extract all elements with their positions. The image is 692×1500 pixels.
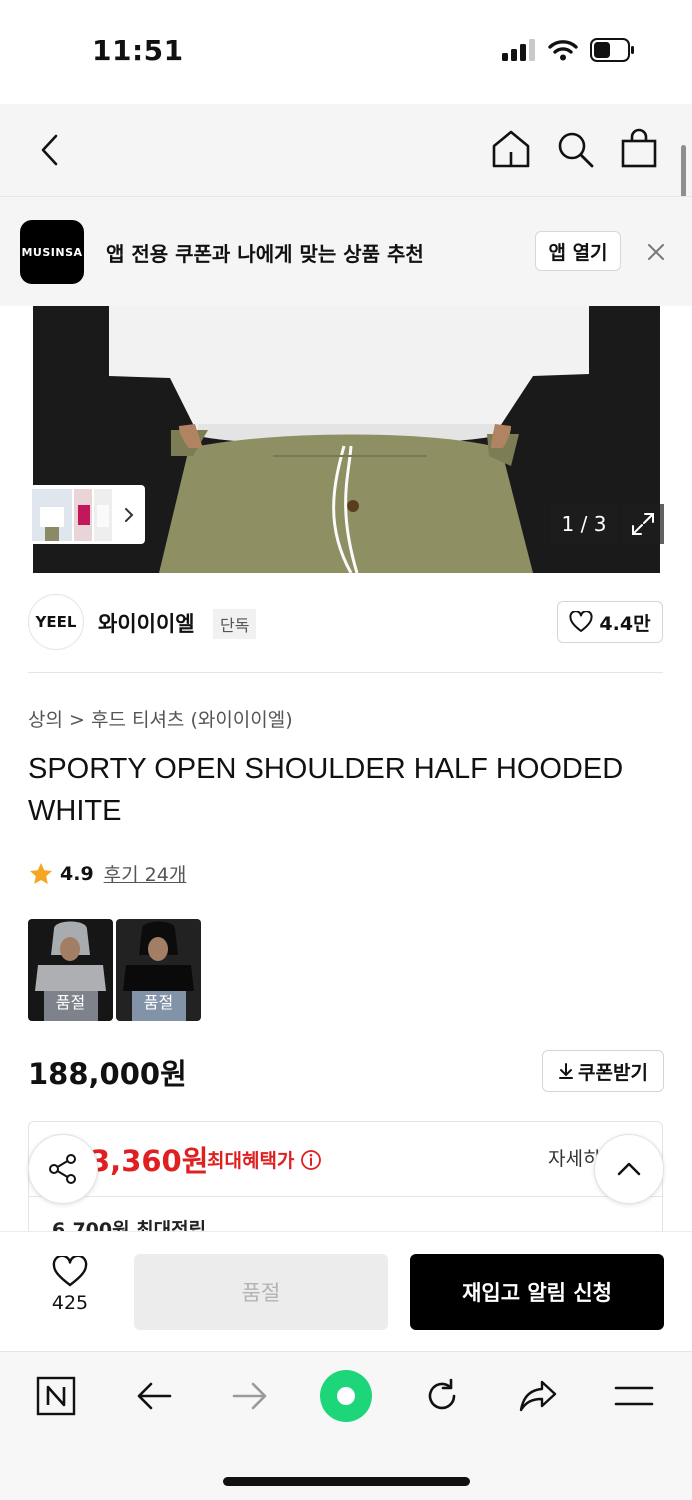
green-dot-icon xyxy=(337,1387,355,1405)
shopping-bag-icon xyxy=(621,128,657,168)
banner-message: 앱 전용 쿠폰과 나에게 맞는 상품 추천 xyxy=(106,242,424,266)
scroll-to-top-button[interactable] xyxy=(594,1134,664,1204)
info-icon xyxy=(301,1149,322,1170)
divider xyxy=(28,672,663,673)
browser-forward-button[interactable] xyxy=(226,1372,274,1420)
restock-alert-button[interactable]: 재입고 알림 신청 xyxy=(410,1254,664,1330)
chevron-up-icon xyxy=(617,1162,641,1176)
refresh-button[interactable] xyxy=(418,1372,466,1420)
browser-share-button[interactable] xyxy=(514,1372,562,1420)
gallery-page-indicator: 1 / 3 xyxy=(551,504,617,544)
variant-option-1[interactable]: 품절 xyxy=(28,919,113,1021)
share-arrow-icon xyxy=(519,1380,557,1412)
open-app-button[interactable]: 앱 열기 xyxy=(535,231,621,271)
max-benefit-price: 3,360원 xyxy=(90,1144,209,1178)
wishlist-count: 425 xyxy=(51,1292,89,1314)
back-button[interactable] xyxy=(34,128,68,172)
divider xyxy=(29,1196,662,1197)
download-icon xyxy=(559,1063,574,1079)
exclusive-badge: 단독 xyxy=(213,609,257,639)
coupon-label: 쿠폰받기 xyxy=(578,1061,648,1084)
cellular-signal-icon xyxy=(502,39,535,61)
home-icon xyxy=(492,130,530,168)
home-indicator[interactable] xyxy=(223,1477,470,1486)
brand-like-button[interactable]: 4.4만 xyxy=(557,601,663,643)
fullscreen-button[interactable] xyxy=(622,504,664,544)
status-time: 11:51 xyxy=(92,34,184,67)
star-icon xyxy=(30,862,52,884)
search-icon xyxy=(558,132,594,168)
search-button[interactable] xyxy=(556,130,596,174)
hamburger-menu-icon xyxy=(614,1386,654,1406)
naver-n-icon xyxy=(36,1376,76,1416)
close-icon xyxy=(648,244,664,260)
product-price: 188,000원 xyxy=(28,1057,187,1091)
variant-soldout-label: 품절 xyxy=(143,993,174,1012)
breadcrumb[interactable]: 상의 > 후드 티셔츠 (와이이이엘) xyxy=(28,705,293,732)
brand-name[interactable]: 와이이이엘 xyxy=(98,608,195,638)
heart-icon xyxy=(52,1256,88,1287)
expand-icon xyxy=(632,513,654,535)
brand-logo[interactable]: YEEL xyxy=(28,594,84,650)
coupon-download-button[interactable]: 쿠폰받기 xyxy=(542,1050,664,1092)
refresh-icon xyxy=(428,1378,456,1410)
cart-button[interactable] xyxy=(620,128,658,172)
status-icons xyxy=(502,38,636,62)
gallery-thumbnail-strip[interactable] xyxy=(28,485,145,544)
share-icon xyxy=(49,1154,76,1184)
soldout-button[interactable]: 품절 xyxy=(134,1254,388,1330)
max-benefit-label[interactable]: 최대혜택가 xyxy=(207,1146,322,1173)
product-title: SPORTY OPEN SHOULDER HALF HOODED WHITE xyxy=(28,753,624,827)
musinsa-logo: MUSINSA xyxy=(20,220,84,284)
share-button[interactable] xyxy=(28,1134,98,1204)
chevron-left-icon xyxy=(41,134,58,166)
browser-menu-button[interactable] xyxy=(610,1372,658,1420)
variant-soldout-label: 품절 xyxy=(55,993,86,1012)
home-button[interactable] xyxy=(490,128,532,174)
banner-close-button[interactable] xyxy=(644,240,668,264)
variant-option-2[interactable]: 품절 xyxy=(116,919,201,1021)
wifi-icon xyxy=(548,40,578,61)
brand-like-count: 4.4만 xyxy=(599,612,651,635)
arrow-left-icon xyxy=(137,1382,172,1410)
battery-icon xyxy=(590,38,634,62)
chevron-right-icon xyxy=(125,507,134,522)
naver-home-button[interactable] xyxy=(32,1372,80,1420)
browser-back-button[interactable] xyxy=(130,1372,178,1420)
green-dot-button[interactable] xyxy=(320,1370,372,1422)
heart-icon xyxy=(569,611,593,632)
review-link[interactable]: 후기 24개 xyxy=(104,860,187,887)
benefit-detail-link[interactable]: 자세히 xyxy=(548,1144,600,1171)
max-benefit-text: 최대혜택가 xyxy=(207,1150,295,1172)
wishlist-button[interactable]: 425 xyxy=(40,1256,100,1314)
arrow-right-icon xyxy=(232,1382,267,1410)
gallery-thumbnails xyxy=(32,488,112,541)
rating-summary: 4.9 후기 24개 xyxy=(28,860,186,887)
rating-value: 4.9 xyxy=(60,862,94,885)
